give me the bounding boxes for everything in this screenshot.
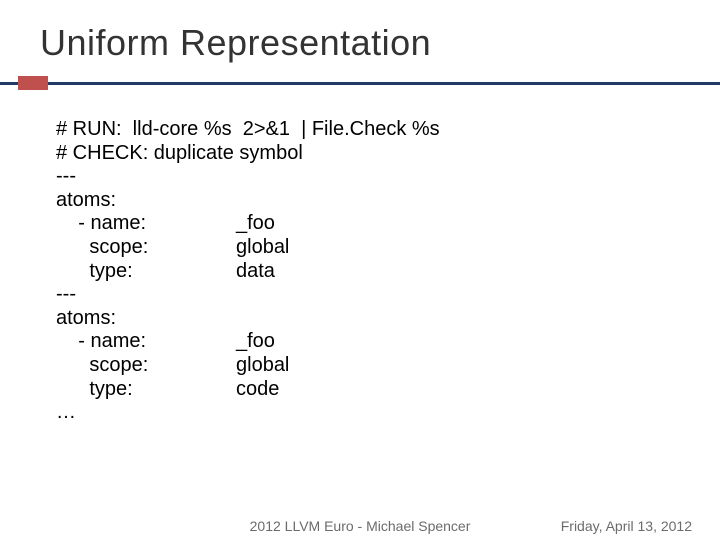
atom-row: type:code [56,378,720,402]
name-key: - name: [56,330,236,354]
atom-row: - name:_foo [56,212,720,236]
rule-line [0,82,720,85]
name-val: _foo [236,212,275,236]
atom-row: type:data [56,260,720,284]
type-key: type: [56,260,236,284]
type-val: code [236,378,279,402]
footer-center: 2012 LLVM Euro - Michael Spencer [250,518,471,534]
atom-row: - name:_foo [56,330,720,354]
atoms-label: atoms: [56,189,720,213]
slide: Uniform Representation # RUN: lld-core %… [0,0,720,540]
separator: --- [56,165,720,189]
rule-accent [18,76,48,90]
scope-key: scope: [56,354,236,378]
ellipsis: … [56,401,720,425]
footer-date: Friday, April 13, 2012 [561,518,692,534]
atoms-label: atoms: [56,307,720,331]
scope-val: global [236,236,289,260]
check-line: # CHECK: duplicate symbol [56,142,720,166]
type-val: data [236,260,275,284]
scope-val: global [236,354,289,378]
name-key: - name: [56,212,236,236]
separator: --- [56,283,720,307]
code-block: # RUN: lld-core %s 2>&1 | File.Check %s … [0,108,720,425]
atom-row: scope:global [56,354,720,378]
name-val: _foo [236,330,275,354]
run-line: # RUN: lld-core %s 2>&1 | File.Check %s [56,118,720,142]
title-rule [0,76,720,90]
slide-title: Uniform Representation [0,0,720,76]
atom-row: scope:global [56,236,720,260]
scope-key: scope: [56,236,236,260]
type-key: type: [56,378,236,402]
